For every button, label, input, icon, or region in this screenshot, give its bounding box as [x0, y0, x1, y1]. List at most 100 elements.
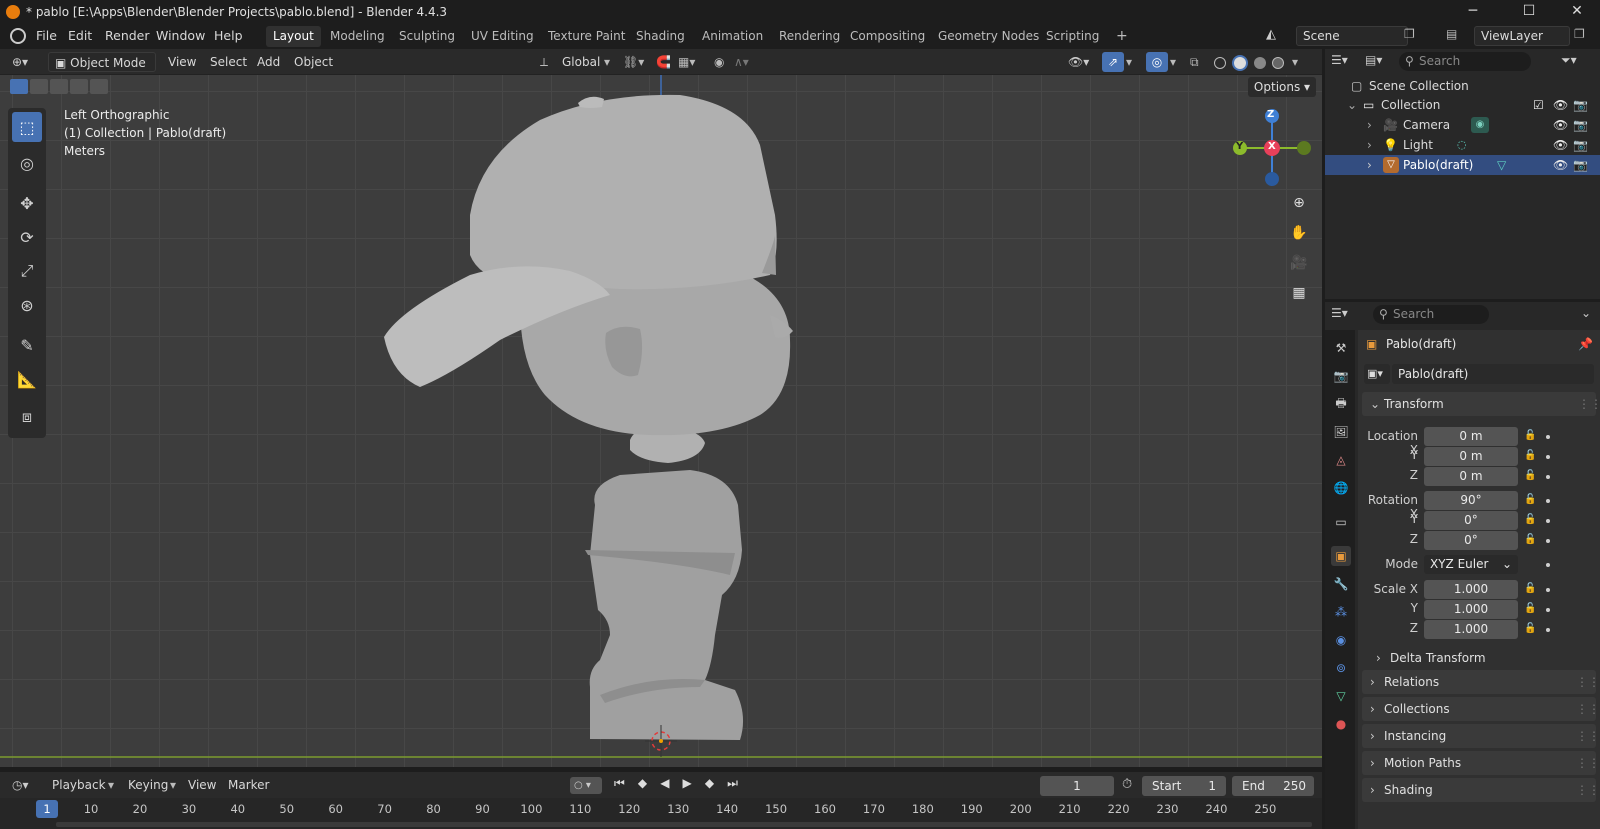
- rendered-shading-icon[interactable]: [1272, 57, 1284, 69]
- measure-tool-icon[interactable]: 📐: [12, 364, 42, 394]
- drag-handle-icon[interactable]: ⋮⋮: [1576, 778, 1600, 802]
- gizmo-y-label[interactable]: Y: [1236, 141, 1243, 152]
- drag-handle-icon[interactable]: ⋮⋮: [1578, 392, 1600, 416]
- eye-icon[interactable]: 👁: [1553, 115, 1568, 135]
- keyframe-dot-icon[interactable]: [1546, 475, 1550, 479]
- outliner-row-light[interactable]: › 💡 Light ◌ 👁 📷: [1325, 135, 1600, 155]
- select-subtract-icon[interactable]: [50, 79, 68, 94]
- pan-hand-icon[interactable]: ✋: [1286, 220, 1312, 246]
- lock-icon[interactable]: 🔓: [1524, 534, 1536, 546]
- camera-render-icon[interactable]: 📷: [1573, 155, 1588, 175]
- next-keyframe-icon[interactable]: ◆: [705, 776, 714, 794]
- editor-type-icon[interactable]: ⊕▾: [12, 52, 28, 72]
- solid-shading-icon[interactable]: [1232, 55, 1248, 71]
- scale-z-field[interactable]: 1.000: [1424, 620, 1518, 639]
- location-x-field[interactable]: 0 m: [1424, 427, 1518, 446]
- minimize-button[interactable]: ─: [1450, 0, 1496, 23]
- properties-editor-icon[interactable]: ☰▾: [1331, 306, 1348, 320]
- keyframe-dot-icon[interactable]: [1546, 519, 1550, 523]
- eye-icon[interactable]: 👁: [1553, 135, 1568, 155]
- ortho-grid-icon[interactable]: ▦: [1286, 280, 1312, 306]
- motion-paths-panel[interactable]: › Motion Paths ⋮⋮: [1362, 751, 1600, 775]
- start-frame-field[interactable]: Start 1: [1142, 776, 1226, 796]
- xray-icon[interactable]: ⧉: [1190, 52, 1199, 72]
- tab-scripting[interactable]: Scripting: [1039, 26, 1106, 47]
- gizmo-dropdown-icon[interactable]: ▾: [1126, 52, 1132, 72]
- modifier-tab-icon[interactable]: 🔧: [1331, 574, 1351, 594]
- output-tab-icon[interactable]: 🖶: [1331, 394, 1351, 414]
- tab-animation[interactable]: Animation: [695, 26, 770, 47]
- mode-selector[interactable]: ▣ Object Mode ▾: [48, 52, 156, 90]
- lock-icon[interactable]: 🔓: [1524, 430, 1536, 442]
- scene-selector[interactable]: Scene: [1296, 26, 1408, 46]
- view-layer-selector[interactable]: ViewLayer: [1474, 26, 1570, 46]
- tab-texture-paint[interactable]: Texture Paint: [541, 26, 632, 47]
- lock-icon[interactable]: 🔓: [1524, 494, 1536, 506]
- playback-dropdown-icon[interactable]: ▾: [108, 775, 114, 795]
- constraints-tab-icon[interactable]: ⊚: [1331, 658, 1351, 678]
- timeline-scrollbar[interactable]: [56, 822, 1312, 827]
- add-workspace-button[interactable]: +: [1109, 26, 1135, 47]
- menu-file[interactable]: File: [36, 28, 57, 43]
- tab-geometry-nodes[interactable]: Geometry Nodes: [931, 26, 1046, 47]
- chevron-right-icon[interactable]: ›: [1367, 135, 1372, 155]
- rotate-tool-icon[interactable]: ⟳: [12, 222, 42, 252]
- keyframe-dot-icon[interactable]: [1546, 588, 1550, 592]
- tab-compositing[interactable]: Compositing: [843, 26, 932, 47]
- outliner-search-input[interactable]: ⚲ Search: [1399, 52, 1531, 71]
- outliner-row-collection[interactable]: ⌄ ▭ Collection ☑ 👁 📷: [1325, 95, 1600, 115]
- drag-handle-icon[interactable]: ⋮⋮: [1576, 670, 1600, 694]
- menu-add[interactable]: Add: [257, 52, 280, 72]
- menu-select[interactable]: Select: [210, 52, 247, 72]
- filter-icon[interactable]: ⏷▾: [1561, 53, 1577, 68]
- keyframe-dot-icon[interactable]: [1546, 499, 1550, 503]
- lock-icon[interactable]: 🔓: [1524, 583, 1536, 595]
- select-new-icon[interactable]: [10, 79, 28, 94]
- location-z-field[interactable]: 0 m: [1424, 467, 1518, 486]
- wireframe-shading-icon[interactable]: [1214, 57, 1226, 69]
- auto-key-icon[interactable]: ○ ▾: [570, 777, 602, 794]
- drag-handle-icon[interactable]: ⋮⋮: [1576, 751, 1600, 775]
- keyframe-dot-icon[interactable]: [1546, 608, 1550, 612]
- collection-tab-icon[interactable]: ▭: [1331, 512, 1351, 532]
- menu-timeline-view[interactable]: View: [188, 775, 216, 795]
- data-tab-icon[interactable]: ▽: [1331, 686, 1351, 706]
- drag-handle-icon[interactable]: ⋮⋮: [1576, 724, 1600, 748]
- keyframe-dot-icon[interactable]: [1546, 628, 1550, 632]
- tab-sculpting[interactable]: Sculpting: [392, 26, 462, 47]
- camera-render-icon[interactable]: 📷: [1573, 135, 1588, 155]
- overlay-dropdown-icon[interactable]: ▾: [1170, 52, 1176, 72]
- properties-search-input[interactable]: ⚲ Search: [1373, 305, 1489, 324]
- tab-uv-editing[interactable]: UV Editing: [464, 26, 541, 47]
- annotate-tool-icon[interactable]: ✎: [12, 330, 42, 360]
- chevron-down-icon[interactable]: ⌄: [1347, 95, 1357, 115]
- shading-dropdown-icon[interactable]: ▾: [1292, 52, 1298, 72]
- light-data-icon[interactable]: ◌: [1457, 135, 1467, 155]
- add-cube-tool-icon[interactable]: ⧈: [12, 402, 42, 432]
- stopwatch-icon[interactable]: ⏱: [1122, 777, 1132, 792]
- menu-help[interactable]: Help: [214, 28, 243, 43]
- scale-y-field[interactable]: 1.000: [1424, 600, 1518, 619]
- keyframe-dot-icon[interactable]: [1546, 435, 1550, 439]
- keying-dropdown-icon[interactable]: ▾: [170, 775, 176, 795]
- rotation-mode-select[interactable]: XYZ Euler ⌄: [1424, 555, 1518, 574]
- menu-playback[interactable]: Playback: [52, 775, 106, 795]
- menu-object[interactable]: Object: [294, 52, 333, 72]
- shading-panel[interactable]: › Shading ⋮⋮: [1362, 778, 1600, 802]
- gizmo-z-label[interactable]: Z: [1267, 109, 1274, 120]
- play-icon[interactable]: ▶: [683, 776, 692, 794]
- keyframe-dot-icon[interactable]: [1546, 563, 1550, 567]
- lock-icon[interactable]: 🔓: [1524, 603, 1536, 615]
- camera-render-icon[interactable]: 📷: [1573, 115, 1588, 135]
- prev-keyframe-icon[interactable]: ◆: [638, 776, 647, 794]
- view-layer-tab-icon[interactable]: 🖼: [1331, 422, 1351, 442]
- tab-modeling[interactable]: Modeling: [323, 26, 392, 47]
- timeline-editor-icon[interactable]: ◷▾: [12, 775, 29, 795]
- lock-icon[interactable]: 🔓: [1524, 514, 1536, 526]
- outliner-row-pablo[interactable]: › ▽ Pablo(draft) ▽ 👁 📷: [1325, 155, 1600, 175]
- object-tab-icon[interactable]: ▣: [1331, 546, 1351, 566]
- keyframe-dot-icon[interactable]: [1546, 539, 1550, 543]
- overlay-toggle-icon[interactable]: ◎: [1146, 52, 1168, 72]
- select-box-icon[interactable]: ⬚: [12, 112, 42, 142]
- mesh-data-icon[interactable]: ▽: [1497, 155, 1506, 175]
